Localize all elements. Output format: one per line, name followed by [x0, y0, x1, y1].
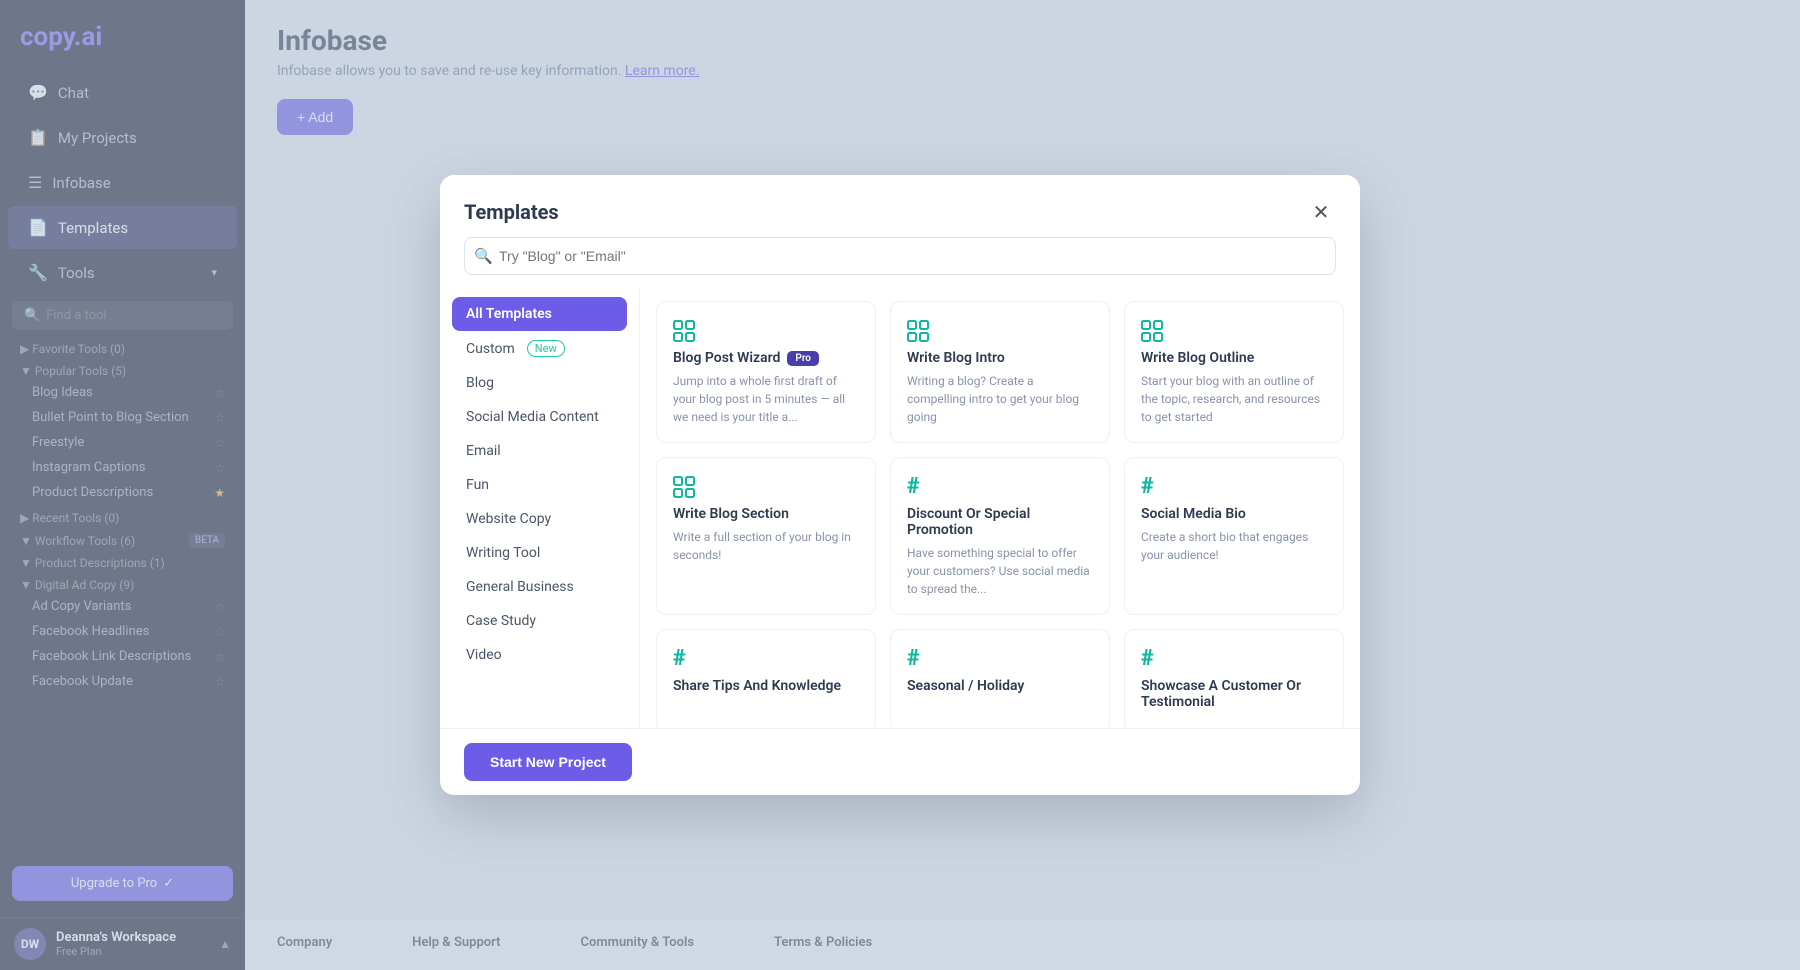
template-card[interactable]: Write Blog Section Write a full section … — [656, 457, 876, 615]
template-card-desc: Create a short bio that engages your aud… — [1141, 528, 1327, 564]
nav-case-study[interactable]: Case Study — [452, 604, 627, 638]
modal-footer: Start New Project — [440, 728, 1360, 795]
template-card[interactable]: # Seasonal / Holiday — [890, 629, 1110, 728]
nav-website-copy[interactable]: Website Copy — [452, 502, 627, 536]
modal-header: Templates ✕ — [440, 175, 1360, 237]
modal-close-button[interactable]: ✕ — [1306, 197, 1336, 227]
pro-badge: Pro — [787, 351, 819, 366]
template-card-title: Write Blog Intro — [907, 350, 1093, 366]
template-card-title: Seasonal / Holiday — [907, 678, 1093, 694]
nav-writing-tool[interactable]: Writing Tool — [452, 536, 627, 570]
template-icon — [673, 320, 859, 342]
template-card-desc: Jump into a whole first draft of your bl… — [673, 372, 859, 426]
nav-blog[interactable]: Blog — [452, 366, 627, 400]
template-card-desc: Writing a blog? Create a compelling intr… — [907, 372, 1093, 426]
template-card-title: Write Blog Section — [673, 506, 859, 522]
template-icon: # — [907, 476, 1093, 498]
modal-overlay: Templates ✕ 🔍 All Templates Custom New B… — [0, 0, 1800, 970]
template-icon — [1141, 320, 1327, 342]
start-new-project-button[interactable]: Start New Project — [464, 743, 632, 781]
template-grid-wrap: Blog Post Wizard Pro Jump into a whole f… — [640, 289, 1360, 728]
template-card[interactable]: # Showcase A Customer Or Testimonial — [1124, 629, 1344, 728]
search-icon: 🔍 — [474, 247, 493, 265]
template-card[interactable]: Blog Post Wizard Pro Jump into a whole f… — [656, 301, 876, 443]
template-icon: # — [1141, 648, 1327, 670]
template-card-desc: Have something special to offer your cus… — [907, 544, 1093, 598]
template-icon: # — [907, 648, 1093, 670]
template-card-desc: Write a full section of your blog in sec… — [673, 528, 859, 564]
template-card[interactable]: Write Blog Intro Writing a blog? Create … — [890, 301, 1110, 443]
new-badge: New — [527, 340, 565, 357]
template-icon — [907, 320, 1093, 342]
template-icon — [673, 476, 859, 498]
template-card-desc: Start your blog with an outline of the t… — [1141, 372, 1327, 426]
nav-all-templates[interactable]: All Templates — [452, 297, 627, 331]
template-grid: Blog Post Wizard Pro Jump into a whole f… — [656, 301, 1344, 728]
template-card[interactable]: # Discount Or Special Promotion Have som… — [890, 457, 1110, 615]
template-search-input[interactable] — [464, 237, 1336, 275]
template-card-title: Discount Or Special Promotion — [907, 506, 1093, 538]
nav-general-business[interactable]: General Business — [452, 570, 627, 604]
template-card-title: Showcase A Customer Or Testimonial — [1141, 678, 1327, 710]
template-card-title: Write Blog Outline — [1141, 350, 1327, 366]
nav-custom[interactable]: Custom New — [452, 331, 627, 366]
template-icon: # — [673, 648, 859, 670]
nav-social-media[interactable]: Social Media Content — [452, 400, 627, 434]
template-icon: # — [1141, 476, 1327, 498]
template-card[interactable]: # Social Media Bio Create a short bio th… — [1124, 457, 1344, 615]
template-card-title: Share Tips And Knowledge — [673, 678, 859, 694]
template-category-nav: All Templates Custom New Blog Social Med… — [440, 289, 640, 728]
templates-modal: Templates ✕ 🔍 All Templates Custom New B… — [440, 175, 1360, 795]
template-card-title: Blog Post Wizard Pro — [673, 350, 859, 366]
template-card[interactable]: Write Blog Outline Start your blog with … — [1124, 301, 1344, 443]
nav-video[interactable]: Video — [452, 638, 627, 672]
modal-body: All Templates Custom New Blog Social Med… — [440, 289, 1360, 728]
template-card-title: Social Media Bio — [1141, 506, 1327, 522]
template-search-wrap: 🔍 — [464, 237, 1336, 275]
modal-title: Templates — [464, 200, 559, 224]
nav-email[interactable]: Email — [452, 434, 627, 468]
template-card[interactable]: # Share Tips And Knowledge — [656, 629, 876, 728]
nav-fun[interactable]: Fun — [452, 468, 627, 502]
